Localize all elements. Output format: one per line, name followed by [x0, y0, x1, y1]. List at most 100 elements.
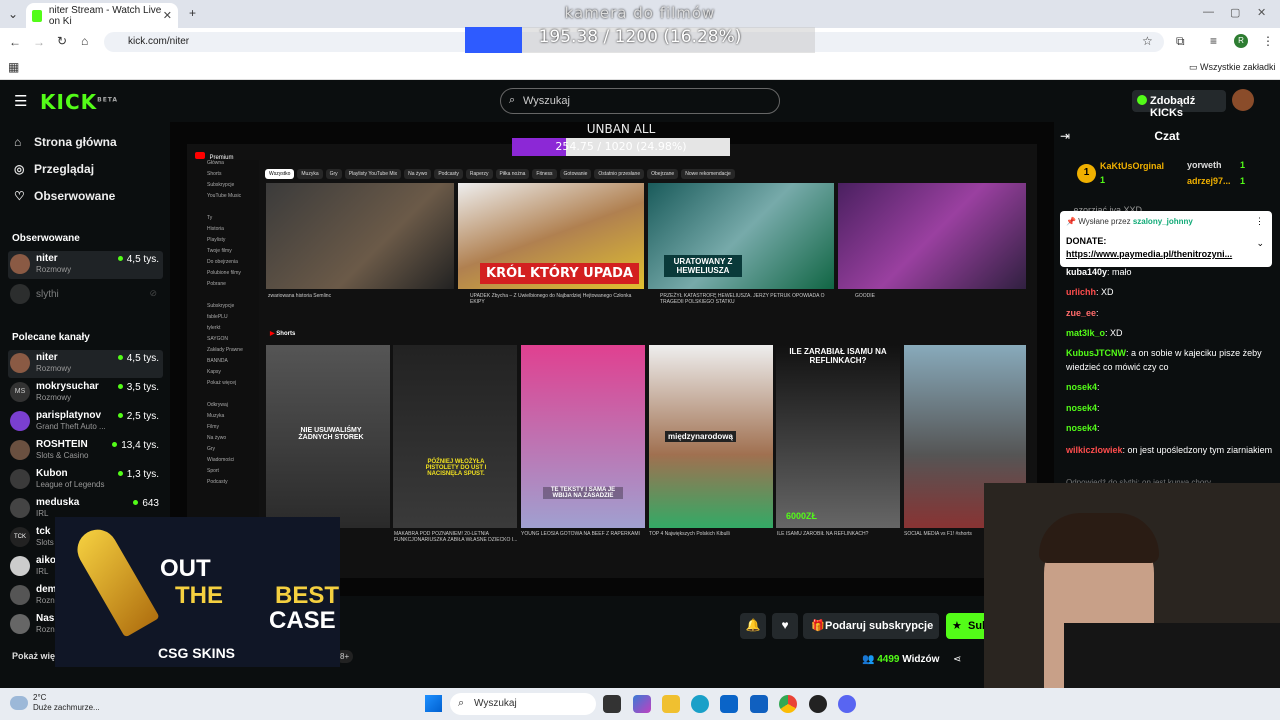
bookmark-star-icon[interactable]: ☆ [1142, 34, 1153, 48]
chat-username[interactable]: nosek4 [1066, 403, 1097, 413]
rec-channel[interactable]: parisplatynov Grand Theft Auto ... 2,5 tys… [8, 408, 163, 436]
yt-sidebar-item: Ty [207, 215, 213, 221]
chat-message[interactable]: nosek4: [1066, 401, 1276, 415]
gifter-name[interactable]: yorweth [1187, 160, 1222, 170]
yt-chip: Nowe rekomendacje [681, 169, 735, 179]
home-icon[interactable]: ⌂ [81, 34, 88, 48]
viewers-icon: 👥 [862, 654, 878, 665]
yt-thumbnail [266, 183, 454, 289]
new-tab-icon[interactable]: + [189, 6, 196, 20]
rec-channel[interactable]: MS mokrysuchar Rozmowy 3,5 tys. [8, 379, 163, 407]
knife-graphic [70, 522, 160, 638]
chat-username[interactable]: urlichh [1066, 287, 1096, 297]
weather-temp: 2°C [33, 693, 47, 702]
chat-username[interactable]: KubusJTCNW [1066, 348, 1126, 358]
chat-username[interactable]: mat3lk_o [1066, 328, 1105, 338]
gifter-name[interactable]: KaKtUsOrginal [1100, 161, 1164, 171]
show-more-link[interactable]: Pokaż więc [12, 651, 60, 661]
share-icon[interactable]: ⋖ [953, 654, 961, 665]
chrome-icon[interactable] [779, 695, 797, 713]
discord-icon[interactable] [838, 695, 856, 713]
viewer-count: 4,5 tys. [118, 254, 159, 265]
chat-message[interactable]: nosek4: [1066, 421, 1276, 435]
heart-icon: ♥ [781, 618, 789, 632]
rec-channel[interactable]: Kubon League of Legends 1,3 tys. [8, 466, 163, 494]
logo-text: KICK [40, 90, 98, 114]
csgo-skins-ad[interactable]: OUT THE BEST CASE CSG SKINS [55, 517, 340, 667]
weather-desc: Duże zachmurze... [33, 703, 100, 712]
weather-widget[interactable]: 2°C Duże zachmurze... [33, 693, 100, 713]
chat-message[interactable]: KubusJTCNW: a on sobie w kajeciku pisze … [1066, 346, 1276, 374]
chevron-down-icon[interactable]: ⌄ [1256, 238, 1264, 249]
chat-message[interactable]: mat3lk_o: XD [1066, 326, 1276, 340]
app-icon[interactable] [809, 695, 827, 713]
kick-logo[interactable]: KICKBETA [40, 90, 118, 114]
reload-icon[interactable]: ↻ [57, 34, 67, 48]
browser-tab[interactable]: niter Stream - Watch Live on Ki ✕ [26, 3, 178, 28]
task-view-icon[interactable] [603, 695, 621, 713]
maximize-icon[interactable]: ▢ [1230, 6, 1240, 19]
back-icon[interactable]: ← [9, 35, 21, 49]
yt-short-title: ILE ISAMU ZAROBIŁ NA REFLINKACH? [777, 531, 869, 537]
yt-sidebar: Główna Shorts Subskrypcje YouTube Music Ty Hi… [187, 160, 259, 540]
close-window-icon[interactable]: ✕ [1257, 6, 1266, 19]
edge-icon[interactable] [691, 695, 709, 713]
chat-username[interactable]: nosek4 [1066, 423, 1097, 433]
apps-grid-icon[interactable]: ▦ [8, 60, 19, 74]
nav-home[interactable]: ⌂ Strona główna [14, 135, 117, 149]
chat-message[interactable]: nosek4: [1066, 380, 1276, 394]
chat-message[interactable]: kuba140y: mało [1066, 265, 1276, 279]
followed-channel-niter[interactable]: niter Rozmowy 4,5 tys. [8, 251, 163, 279]
store-icon[interactable] [750, 695, 768, 713]
hamburger-icon[interactable]: ☰ [14, 92, 27, 110]
yt-short-thumbnail: NIE USUWALIŚMY ŻADNYCH STOREK [266, 345, 390, 528]
file-explorer-icon[interactable] [662, 695, 680, 713]
windows-start-icon[interactable] [425, 695, 442, 712]
all-bookmarks-link[interactable]: ▭ Wszystkie zakładki [1189, 62, 1276, 73]
menu-kebab-icon[interactable]: ⋮ [1262, 34, 1274, 48]
notification-bell-button[interactable]: 🔔 [740, 613, 766, 639]
yt-sidebar-item: Pobrane [207, 281, 226, 287]
avatar [10, 440, 30, 460]
pinned-message[interactable]: 📌 Wysłane przez szalony_johnny DONATE: h… [1060, 211, 1272, 267]
short-overlay-text: NIE USUWALIŚMY ŻADNYCH STOREK [298, 427, 364, 441]
chat-message[interactable]: zue_ee: [1066, 306, 1276, 320]
chat-username[interactable]: wilkiczlowiek [1066, 445, 1123, 455]
chat-username[interactable]: zue_ee [1066, 308, 1096, 318]
extensions-icon[interactable]: ⧉ [1176, 34, 1185, 49]
chat-message[interactable]: urlichh: XD [1066, 285, 1276, 299]
rec-channel[interactable]: ROSHTEIN Slots & Casino 13,4 tys. [8, 437, 163, 465]
nav-browse[interactable]: ◎ Przeglądaj [14, 162, 94, 176]
viewer-count: 4,5 tys. [118, 353, 159, 364]
copilot-icon[interactable] [633, 695, 651, 713]
tab-search-icon[interactable]: ⌄ [8, 7, 18, 21]
yt-thumbnail: URATOWANY Z HEWELIUSZA [648, 183, 834, 289]
profile-avatar[interactable]: R [1234, 34, 1248, 48]
pinned-by-user: szalony_johnny [1132, 217, 1193, 226]
ad-brand: CSG SKINS [158, 645, 236, 661]
rec-channel[interactable]: niter Rozmowy 4,5 tys. [8, 350, 163, 378]
user-avatar[interactable] [1232, 89, 1254, 111]
close-tab-icon[interactable]: ✕ [163, 9, 172, 22]
outlook-icon[interactable] [720, 695, 738, 713]
minimize-icon[interactable]: — [1203, 6, 1214, 18]
yt-chips: Wszystko Muzyka Gry Playlisty YouTube Mix Na… [265, 162, 1025, 179]
yt-sidebar-item: SAYGON [207, 336, 229, 342]
kebab-icon[interactable]: ⋮ [1255, 216, 1264, 227]
chat-text: XD [1101, 287, 1114, 297]
followed-channel-slythi[interactable]: slythi ⊘ [8, 281, 163, 309]
yt-sidebar-item: Historia [207, 226, 224, 232]
taskbar-search[interactable]: Wyszukaj [450, 693, 596, 715]
chat-username[interactable]: kuba140y [1066, 267, 1107, 277]
chat-message[interactable]: wilkiczlowiek: on jest upośledzony tym z… [1066, 443, 1276, 457]
forward-icon[interactable]: → [33, 35, 45, 49]
follow-heart-button[interactable]: ♥ [772, 613, 798, 639]
channel-name: meduska [36, 497, 80, 508]
nav-following[interactable]: ♡ Obserwowane [14, 189, 115, 203]
pinned-link[interactable]: https://www.paymedia.pl/thenitrozyni... [1066, 249, 1232, 259]
gifter-name[interactable]: adrzej97... [1187, 176, 1231, 186]
search-input[interactable]: Wyszukaj [500, 88, 780, 114]
media-icon[interactable]: ≡ [1210, 34, 1217, 48]
chat-username[interactable]: nosek4 [1066, 382, 1097, 392]
webcam-feed [984, 483, 1280, 688]
